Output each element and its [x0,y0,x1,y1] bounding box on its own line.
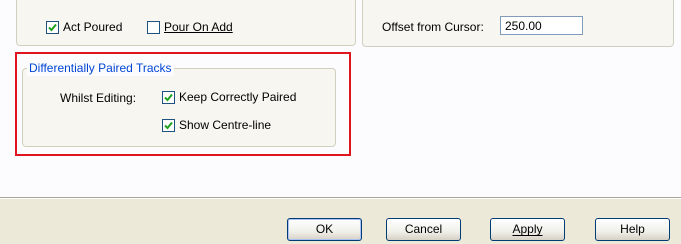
button-bar-separator [0,197,681,199]
checkmark-icon [48,23,57,31]
options-panel: Act Poured Pour On Add Offset from Curso… [0,0,681,197]
apply-button[interactable]: Apply [490,218,565,241]
offset-label: Offset from Cursor: [382,20,484,34]
act-poured-box[interactable] [46,20,59,34]
act-poured-label: Act Poured [63,20,123,34]
cancel-button[interactable]: Cancel [386,218,461,241]
pour-on-add-checkbox[interactable]: Pour On Add [147,20,233,34]
help-button[interactable]: Help [595,218,670,241]
pour-on-add-label: Pour On Add [164,20,233,34]
act-poured-checkbox[interactable]: Act Poured [46,20,122,34]
highlight-annotation [15,52,351,156]
apply-label: Apply [512,222,543,236]
offset-input[interactable]: 250.00 [500,16,583,35]
pour-on-add-box[interactable] [147,20,160,34]
ok-button[interactable]: OK [287,218,362,241]
